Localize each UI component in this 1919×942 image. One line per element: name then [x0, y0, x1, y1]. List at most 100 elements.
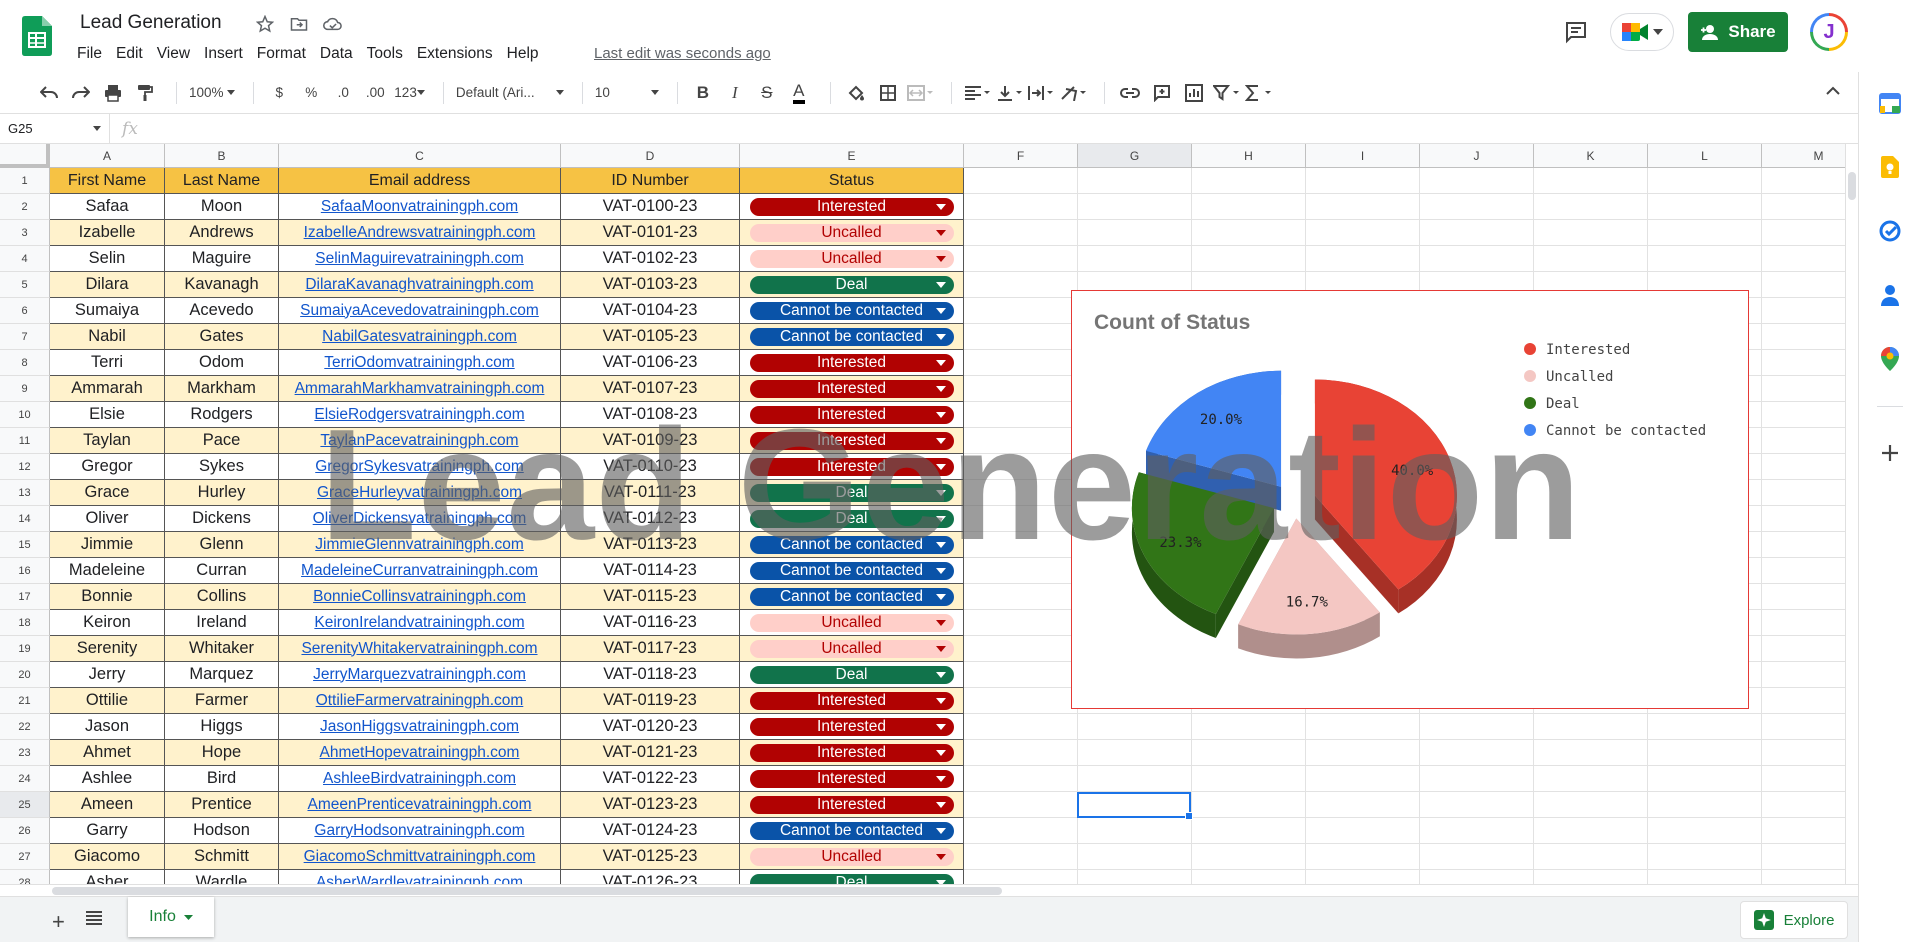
first-name-cell[interactable]: Terri [50, 350, 165, 376]
first-name-cell[interactable]: Bonnie [50, 584, 165, 610]
email-link[interactable]: NabilGatesvatrainingph.com [322, 328, 517, 346]
insert-chart-button[interactable] [1181, 79, 1207, 107]
status-cell[interactable]: Uncalled [740, 636, 964, 662]
email-cell[interactable]: GarryHodsonvatrainingph.com [279, 818, 561, 844]
empty-cell[interactable] [1762, 220, 1845, 246]
status-dropdown-chip[interactable]: Cannot be contacted [749, 535, 954, 554]
empty-cell[interactable] [964, 584, 1078, 610]
last-name-cell[interactable]: Pace [165, 428, 279, 454]
empty-cell[interactable] [1762, 506, 1845, 532]
id-number-cell[interactable]: VAT-0108-23 [561, 402, 740, 428]
status-dropdown-chip[interactable]: Deal [749, 665, 954, 684]
status-cell[interactable]: Interested [740, 714, 964, 740]
empty-cell[interactable] [1534, 844, 1648, 870]
empty-cell[interactable] [1420, 246, 1534, 272]
email-link[interactable]: OliverDickensvatrainingph.com [313, 510, 527, 528]
empty-cell[interactable] [964, 402, 1078, 428]
empty-cell[interactable] [1762, 272, 1845, 298]
scroll-thumb[interactable] [1848, 172, 1856, 200]
email-link[interactable]: TerriOdomvatrainingph.com [324, 354, 514, 372]
empty-cell[interactable] [964, 454, 1078, 480]
empty-cell[interactable] [964, 714, 1078, 740]
email-cell[interactable]: SafaaMoonvatrainingph.com [279, 194, 561, 220]
empty-cell[interactable] [1192, 740, 1306, 766]
email-link[interactable]: AsherWardlevatrainingph.com [316, 874, 523, 885]
first-name-cell[interactable]: Keiron [50, 610, 165, 636]
column-header-g[interactable]: G [1078, 144, 1192, 168]
empty-cell[interactable] [1648, 220, 1762, 246]
menu-help[interactable]: Help [500, 44, 546, 64]
email-cell[interactable]: IzabelleAndrewsvatrainingph.com [279, 220, 561, 246]
last-name-cell[interactable]: Marquez [165, 662, 279, 688]
row-header[interactable]: 2 [0, 194, 50, 220]
email-link[interactable]: DilaraKavanaghvatrainingph.com [305, 276, 533, 294]
empty-cell[interactable] [1306, 818, 1420, 844]
email-cell[interactable]: SumaiyaAcevedovatrainingph.com [279, 298, 561, 324]
print-button[interactable] [100, 79, 126, 107]
status-dropdown-chip[interactable]: Interested [749, 431, 954, 450]
row-header[interactable]: 14 [0, 506, 50, 532]
id-number-cell[interactable]: VAT-0123-23 [561, 792, 740, 818]
menu-view[interactable]: View [150, 44, 197, 64]
status-dropdown-chip[interactable]: Cannot be contacted [749, 301, 954, 320]
row-header[interactable]: 16 [0, 558, 50, 584]
row-header[interactable]: 5 [0, 272, 50, 298]
status-dropdown-chip[interactable]: Deal [749, 275, 954, 294]
id-number-cell[interactable]: VAT-0125-23 [561, 844, 740, 870]
share-button[interactable]: Share [1688, 12, 1788, 52]
empty-cell[interactable] [1762, 714, 1845, 740]
id-number-cell[interactable]: VAT-0102-23 [561, 246, 740, 272]
empty-cell[interactable] [1648, 792, 1762, 818]
first-name-cell[interactable]: Gregor [50, 454, 165, 480]
first-name-cell[interactable]: Ameen [50, 792, 165, 818]
empty-cell[interactable] [1762, 740, 1845, 766]
last-name-cell[interactable]: Curran [165, 558, 279, 584]
account-avatar[interactable]: J [1810, 13, 1848, 51]
empty-cell[interactable] [1306, 870, 1420, 884]
empty-cell[interactable] [1078, 870, 1192, 884]
email-cell[interactable]: GiacomoSchmittvatrainingph.com [279, 844, 561, 870]
status-dropdown-chip[interactable]: Cannot be contacted [749, 587, 954, 606]
empty-cell[interactable] [1534, 766, 1648, 792]
empty-cell[interactable] [1762, 792, 1845, 818]
status-dropdown-chip[interactable]: Interested [749, 717, 954, 736]
last-name-cell[interactable]: Bird [165, 766, 279, 792]
status-dropdown-chip[interactable]: Uncalled [749, 613, 954, 632]
empty-cell[interactable] [1192, 168, 1306, 194]
vertical-scrollbar[interactable] [1845, 144, 1858, 884]
empty-cell[interactable] [964, 870, 1078, 884]
empty-cell[interactable] [1648, 740, 1762, 766]
first-name-cell[interactable]: Grace [50, 480, 165, 506]
last-name-cell[interactable]: Kavanagh [165, 272, 279, 298]
empty-cell[interactable] [1534, 870, 1648, 884]
status-dropdown-chip[interactable]: Interested [749, 405, 954, 424]
first-name-cell[interactable]: Jimmie [50, 532, 165, 558]
menu-extensions[interactable]: Extensions [410, 44, 500, 64]
empty-cell[interactable] [964, 194, 1078, 220]
status-cell[interactable]: Interested [740, 740, 964, 766]
empty-cell[interactable] [1420, 714, 1534, 740]
empty-cell[interactable] [1762, 194, 1845, 220]
last-name-cell[interactable]: Wardle [165, 870, 279, 884]
empty-cell[interactable] [1762, 584, 1845, 610]
id-number-cell[interactable]: VAT-0124-23 [561, 818, 740, 844]
menu-format[interactable]: Format [250, 44, 313, 64]
first-name-cell[interactable]: Dilara [50, 272, 165, 298]
last-name-cell[interactable]: Hurley [165, 480, 279, 506]
select-all-corner[interactable] [0, 144, 50, 168]
empty-cell[interactable] [964, 844, 1078, 870]
status-cell[interactable]: Uncalled [740, 220, 964, 246]
font-size-select[interactable]: 10 [595, 79, 659, 107]
first-name-cell[interactable]: Jerry [50, 662, 165, 688]
status-dropdown-chip[interactable]: Cannot be contacted [749, 327, 954, 346]
empty-cell[interactable] [964, 610, 1078, 636]
row-header[interactable]: 23 [0, 740, 50, 766]
document-title[interactable]: Lead Generation [80, 12, 222, 34]
row-header[interactable]: 15 [0, 532, 50, 558]
empty-cell[interactable] [1306, 220, 1420, 246]
first-name-cell[interactable]: Izabelle [50, 220, 165, 246]
id-number-cell[interactable]: VAT-0106-23 [561, 350, 740, 376]
row-header[interactable]: 27 [0, 844, 50, 870]
empty-cell[interactable] [1078, 194, 1192, 220]
email-cell[interactable]: AshleeBirdvatrainingph.com [279, 766, 561, 792]
